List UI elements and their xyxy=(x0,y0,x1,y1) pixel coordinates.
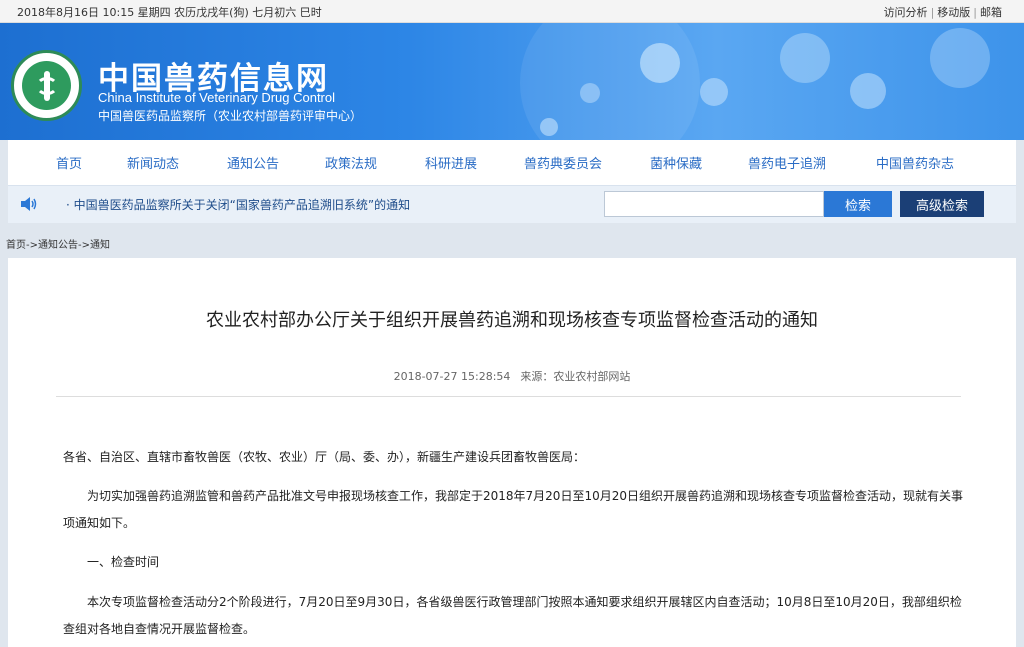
article-section-heading: 一、检查时间 xyxy=(87,555,160,569)
molecule-icon xyxy=(540,118,558,136)
article-panel: 农业农村部办公厅关于组织开展兽药追溯和现场核查专项监督检查活动的通知 2018-… xyxy=(8,258,1016,647)
link-mail[interactable]: 邮箱 xyxy=(980,6,1002,19)
nav-item-pharmacopoeia[interactable]: 兽药典委员会 xyxy=(524,153,602,172)
nav-item-notices[interactable]: 通知公告 xyxy=(227,153,279,172)
top-info-bar: 2018年8月16日 10:15 星期四 农历戊戌年(狗) 七月初六 巳时 访问… xyxy=(0,0,1024,23)
molecule-icon xyxy=(640,43,680,83)
article-source: 来源：农业农村部网站 xyxy=(520,370,631,383)
article-paragraph: 本次专项监督检查活动分2个阶段进行，7月20日至9月30日，各省级兽医行政管理部… xyxy=(63,595,962,636)
notice-bar: · 中国兽医药品监察所关于关闭“国家兽药产品追溯旧系统”的通知 检索 高级检索 xyxy=(8,185,1016,223)
molecule-icon xyxy=(580,83,600,103)
advanced-search-button[interactable]: 高级检索 xyxy=(900,191,984,217)
article-paragraph: 为切实加强兽药追溯监管和兽药产品批准文号申报现场核查工作，我部定于2018年7月… xyxy=(63,489,963,530)
breadcrumb-notices[interactable]: 通知公告 xyxy=(38,240,78,251)
divider xyxy=(56,396,961,397)
site-subtitle: 中国兽医药品监察所（农业农村部兽药评审中心） xyxy=(98,109,363,123)
nav-item-strain-bank[interactable]: 菌种保藏 xyxy=(650,153,702,172)
site-logo[interactable] xyxy=(11,50,82,121)
search-button[interactable]: 检索 xyxy=(824,191,892,217)
nav-item-policies[interactable]: 政策法规 xyxy=(325,153,377,172)
molecule-icon xyxy=(700,78,728,106)
breadcrumb-home[interactable]: 首页 xyxy=(6,240,26,251)
link-visit-analysis[interactable]: 访问分析 xyxy=(884,6,928,19)
link-mobile[interactable]: 移动版 xyxy=(937,6,970,19)
header-banner: 中国兽药信息网 China Institute of Veterinary Dr… xyxy=(0,23,1024,140)
date-text: 2018年8月16日 10:15 星期四 农历戊戌年(狗) 七月初六 巳时 xyxy=(17,6,322,19)
top-links: 访问分析 | 移动版 | 邮箱 xyxy=(883,6,1002,19)
search-input[interactable] xyxy=(604,191,824,217)
nav-item-research[interactable]: 科研进展 xyxy=(425,153,477,172)
logo-emblem-icon xyxy=(22,61,71,110)
nav-item-home[interactable]: 首页 xyxy=(56,153,82,172)
speaker-icon xyxy=(21,197,37,211)
article-paragraph: 各省、自治区、直辖市畜牧兽医（农牧、农业）厅（局、委、办），新疆生产建设兵团畜牧… xyxy=(63,450,586,464)
breadcrumb: 首页->通知公告->通知 xyxy=(6,240,110,251)
site-title-english: China Institute of Veterinary Drug Contr… xyxy=(98,90,336,105)
article-datetime: 2018-07-27 15:28:54 xyxy=(393,370,511,383)
nav-item-news[interactable]: 新闻动态 xyxy=(127,153,179,172)
molecule-icon xyxy=(850,73,886,109)
molecule-icon xyxy=(780,33,830,83)
nav-item-journal[interactable]: 中国兽药杂志 xyxy=(876,153,954,172)
molecule-icon xyxy=(930,28,990,88)
article-title: 农业农村部办公厅关于组织开展兽药追溯和现场核查专项监督检查活动的通知 xyxy=(206,310,818,331)
main-nav: 首页 新闻动态 通知公告 政策法规 科研进展 兽药典委员会 菌种保藏 兽药电子追… xyxy=(8,140,1016,185)
nav-item-traceability[interactable]: 兽药电子追溯 xyxy=(748,153,826,172)
article-meta: 2018-07-27 15:28:54 来源：农业农村部网站 xyxy=(8,368,1016,384)
breadcrumb-current[interactable]: 通知 xyxy=(90,240,110,251)
notice-link[interactable]: · 中国兽医药品监察所关于关闭“国家兽药产品追溯旧系统”的通知 xyxy=(66,196,410,213)
